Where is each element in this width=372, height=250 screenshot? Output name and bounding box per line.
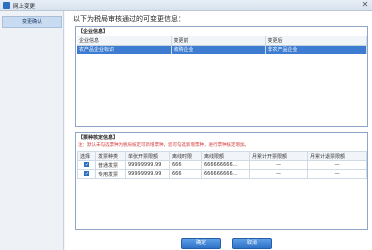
table-row[interactable]: 农产品企业标识 收购企业 非农产品企业 (77, 45, 367, 54)
table-cell: 普通发票 (95, 160, 126, 170)
title-bar: 网上变更 ✕ (0, 0, 372, 11)
table-cell: 666 (169, 169, 202, 179)
table-cell: 99999999.99 (125, 169, 170, 179)
column-header: 单张开票限额 (125, 151, 170, 161)
column-header: 离线限额 (201, 151, 250, 161)
column-header: 离线时限 (169, 151, 202, 161)
column-header: 月累计开票限额 (249, 151, 308, 161)
table-cell: — (307, 160, 367, 170)
window-title: 网上变更 (13, 4, 36, 10)
ticket-info-section: 【票种核定信息】 注：默认未勾选票种为税局核定可新增票种，您可勾选新增票种，进行… (75, 132, 368, 230)
check-icon: ✓ (84, 162, 90, 168)
cancel-button[interactable]: 取消 (232, 238, 272, 249)
enterprise-info-section: 【企业信息】 企业信息 变更前 变更后 农产品企业标识 收购企业 非农产品企业 (75, 26, 368, 127)
check-icon: ✓ (84, 171, 90, 177)
enterprise-table: 企业信息 变更前 变更后 农产品企业标识 收购企业 非农产品企业 (77, 36, 367, 54)
column-header: 变更前 (171, 36, 266, 46)
select-checkbox[interactable]: ✓ (77, 169, 96, 179)
table-cell: 99999999.99 (125, 160, 170, 170)
column-header: 发票种类 (95, 151, 126, 161)
change-window: 网上变更 ✕ 变更确认 以下为税局审核通过的可变更信息： 【企业信息】 企业信息… (0, 0, 372, 250)
app-icon (3, 2, 10, 9)
close-icon[interactable]: ✕ (361, 1, 369, 9)
table-cell: — (307, 169, 367, 179)
table-cell: 666 (169, 160, 202, 170)
page-title: 以下为税局审核通过的可变更信息： (73, 15, 185, 23)
table-row[interactable]: ✓ 专用发票 99999999.99 666 666666666... — — (77, 169, 367, 179)
table-cell: 专用发票 (95, 169, 126, 179)
column-header: 变更后 (265, 36, 367, 46)
table-row[interactable]: ✓ 普通发票 99999999.99 666 666666666... — — (77, 160, 367, 170)
sidebar: 变更确认 (0, 11, 64, 250)
sidebar-item-change-confirm[interactable]: 变更确认 (2, 16, 62, 28)
ticket-table: 选择 发票种类 单张开票限额 离线时限 离线限额 月累计开票限额 月累计退票限额… (77, 151, 367, 179)
section-title: 【票种核定信息】 (78, 135, 119, 141)
table-cell: — (249, 169, 308, 179)
tip-text: 注：默认未勾选票种为税局核定可新增票种，您可勾选新增票种，进行票种核定增加。 (78, 143, 249, 148)
column-header: 企业信息 (77, 36, 172, 46)
table-cell: 非农产品企业 (265, 45, 367, 54)
table-cell: 农产品企业标识 (77, 45, 172, 54)
column-header: 选择 (77, 151, 96, 161)
table-cell: — (249, 160, 308, 170)
main-panel: 以下为税局审核通过的可变更信息： 【企业信息】 企业信息 变更前 变更后 农产品… (65, 11, 372, 250)
table-cell: 666666666... (201, 160, 250, 170)
column-header: 月累计退票限额 (307, 151, 367, 161)
section-title: 【企业信息】 (78, 29, 109, 35)
table-cell: 666666666... (201, 169, 250, 179)
table-cell: 收购企业 (171, 45, 266, 54)
confirm-button[interactable]: 确定 (181, 238, 221, 249)
select-checkbox[interactable]: ✓ (77, 160, 96, 170)
